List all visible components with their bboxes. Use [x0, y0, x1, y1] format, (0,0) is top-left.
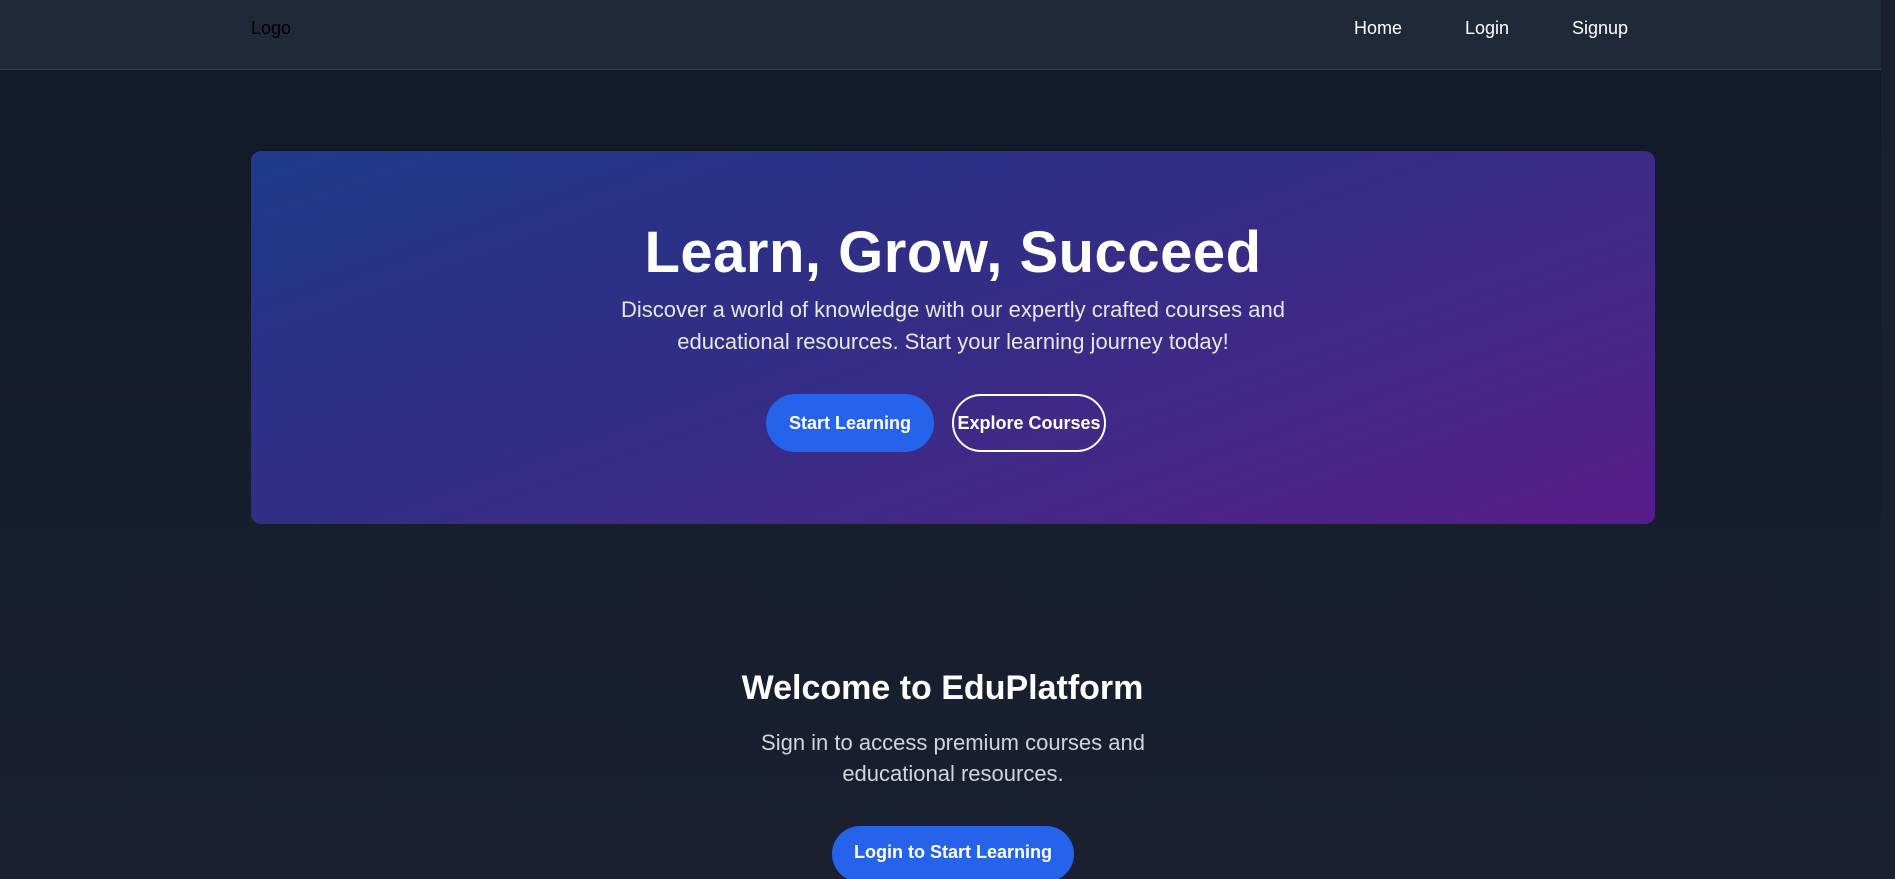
vertical-scrollbar[interactable] [1881, 0, 1895, 879]
start-learning-button[interactable]: Start Learning [766, 394, 934, 452]
explore-courses-button[interactable]: Explore Courses [952, 394, 1106, 452]
navbar: Logo Home Login Signup [0, 0, 1895, 70]
nav-link-signup[interactable]: Signup [1572, 18, 1628, 39]
page: Logo Home Login Signup Learn, Grow, Succ… [0, 0, 1895, 879]
hero-banner: Learn, Grow, Succeed Discover a world of… [251, 151, 1655, 524]
hero-title: Learn, Grow, Succeed [644, 220, 1262, 285]
nav-link-login[interactable]: Login [1465, 18, 1509, 39]
hero-description: Discover a world of knowledge with our e… [621, 297, 1285, 354]
logo[interactable]: Logo [251, 18, 291, 39]
login-to-start-learning-button[interactable]: Login to Start Learning [832, 826, 1074, 879]
welcome-description: Sign in to access premium courses and ed… [761, 730, 1145, 786]
welcome-section: Welcome to EduPlatform [0, 669, 1895, 708]
nav-link-home[interactable]: Home [1354, 18, 1402, 39]
welcome-title: Welcome to EduPlatform [741, 669, 1144, 707]
